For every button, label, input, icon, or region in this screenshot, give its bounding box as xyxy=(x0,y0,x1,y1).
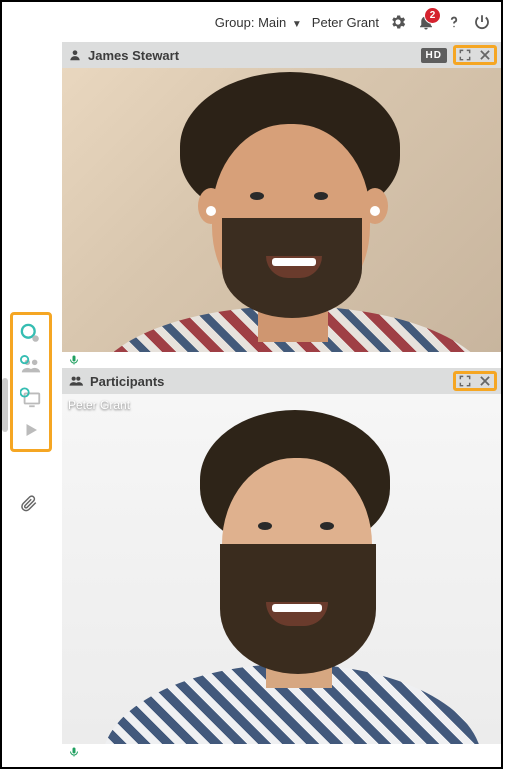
mic-on-icon xyxy=(68,354,80,366)
hd-badge: HD xyxy=(421,48,447,63)
app-window: Group: Main ▼ Peter Grant 2 xyxy=(0,0,503,769)
tile-controls-highlighted xyxy=(453,45,497,65)
expand-icon[interactable] xyxy=(458,48,472,62)
chevron-down-icon: ▼ xyxy=(292,19,302,30)
top-bar: Group: Main ▼ Peter Grant 2 xyxy=(2,2,501,42)
play-button[interactable] xyxy=(16,417,46,443)
help-icon[interactable] xyxy=(445,13,463,31)
paperclip-icon[interactable] xyxy=(20,494,38,512)
content-area: James Stewart HD xyxy=(62,42,501,767)
rail-button-group-highlighted xyxy=(10,312,52,452)
video-tile-james: James Stewart HD xyxy=(62,42,501,368)
close-icon[interactable] xyxy=(478,374,492,388)
notification-badge: 2 xyxy=(424,7,441,24)
power-icon[interactable] xyxy=(473,13,491,31)
expand-icon[interactable] xyxy=(458,374,472,388)
current-user: Peter Grant xyxy=(312,15,379,30)
close-icon[interactable] xyxy=(478,48,492,62)
tile-header: James Stewart HD xyxy=(62,42,501,68)
side-rail xyxy=(2,42,62,767)
tile-footer xyxy=(62,744,501,760)
participant-name-overlay: Peter Grant xyxy=(68,398,130,412)
group-label: Group: Main xyxy=(215,15,287,30)
bell-icon[interactable]: 2 xyxy=(417,13,435,31)
tile-title: James Stewart xyxy=(88,48,179,63)
camera-button[interactable] xyxy=(16,321,46,347)
video-feed[interactable] xyxy=(62,68,501,352)
group-selector[interactable]: Group: Main ▼ xyxy=(215,15,302,30)
rail-scrollbar[interactable] xyxy=(2,378,8,432)
tile-footer xyxy=(62,352,501,368)
video-tile-participants: Participants Peter Grant xyxy=(62,368,501,760)
screen-share-button[interactable] xyxy=(16,385,46,411)
video-feed[interactable]: Peter Grant xyxy=(62,394,501,744)
tile-controls-highlighted xyxy=(453,371,497,391)
people-icon xyxy=(68,374,84,388)
tile-title: Participants xyxy=(90,374,164,389)
group-call-button[interactable] xyxy=(16,353,46,379)
person-icon xyxy=(68,48,82,62)
mic-on-icon xyxy=(68,746,80,758)
tile-header: Participants xyxy=(62,368,501,394)
gear-icon[interactable] xyxy=(389,13,407,31)
